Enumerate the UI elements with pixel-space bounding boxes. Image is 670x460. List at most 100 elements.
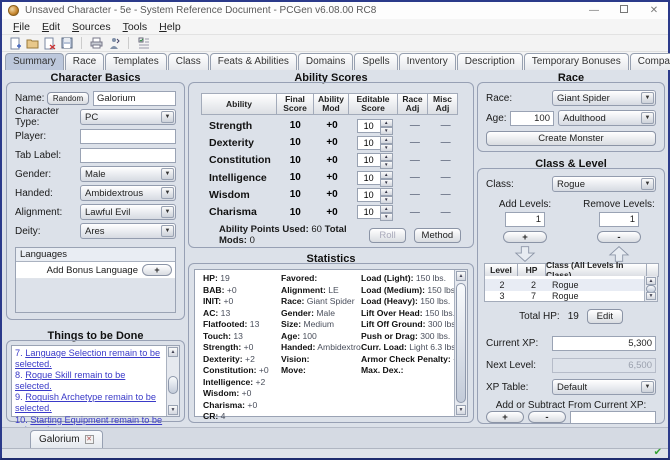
player-input[interactable] xyxy=(80,129,176,144)
open-character-icon[interactable] xyxy=(24,36,41,51)
tab-domains[interactable]: Domains xyxy=(298,53,353,70)
tab-label-input[interactable] xyxy=(80,148,176,163)
spinner-down-icon[interactable]: ▼ xyxy=(380,196,393,204)
scroll-down-icon[interactable]: ▼ xyxy=(456,405,466,415)
adjust-xp-minus-button[interactable]: - xyxy=(528,411,566,423)
tab-templates[interactable]: Templates xyxy=(105,53,167,70)
add-levels-button[interactable]: + xyxy=(503,231,547,243)
tab-description[interactable]: Description xyxy=(457,53,523,70)
col-header-race-adj[interactable]: Race Adj xyxy=(397,93,428,115)
spinner-down-icon[interactable]: ▼ xyxy=(380,213,393,221)
scroll-up-icon[interactable]: ▲ xyxy=(456,271,466,281)
close-tab-icon[interactable]: ✕ xyxy=(85,435,94,444)
editable-score-spinner[interactable]: 10▲▼ xyxy=(357,136,393,150)
menu-edit[interactable]: Edit xyxy=(36,20,66,34)
chevron-down-icon[interactable]: ▼ xyxy=(161,225,174,237)
gender-combo[interactable]: Male ▼ xyxy=(80,166,176,182)
preferences-icon[interactable] xyxy=(135,36,152,51)
col-header-misc-adj[interactable]: Misc Adj xyxy=(427,93,458,115)
tab-feats-abilities[interactable]: Feats & Abilities xyxy=(210,53,297,70)
editable-score-spinner[interactable]: 10▲▼ xyxy=(357,205,393,219)
spinner-value[interactable]: 10 xyxy=(357,205,381,219)
chevron-down-icon[interactable]: ▼ xyxy=(641,112,654,124)
edit-hp-button[interactable]: Edit xyxy=(587,309,623,324)
col-header-level[interactable]: Level xyxy=(484,263,518,277)
spinner-up-icon[interactable]: ▲ xyxy=(380,188,393,196)
chevron-down-icon[interactable]: ▼ xyxy=(161,187,174,199)
menu-help[interactable]: Help xyxy=(153,20,187,34)
adjust-xp-plus-button[interactable]: + xyxy=(486,411,524,423)
col-header-final-score[interactable]: Final Score xyxy=(276,93,314,115)
adjust-xp-input[interactable] xyxy=(570,411,656,424)
todo-link[interactable]: Roguish Archetype remain to be selected. xyxy=(15,392,156,413)
add-levels-input[interactable] xyxy=(505,212,545,227)
scrollbar-thumb[interactable] xyxy=(456,283,466,403)
spinner-down-icon[interactable]: ▼ xyxy=(380,144,393,152)
save-character-icon[interactable] xyxy=(58,36,75,51)
tab-spells[interactable]: Spells xyxy=(354,53,397,70)
create-monster-button[interactable]: Create Monster xyxy=(486,131,656,146)
chevron-down-icon[interactable]: ▼ xyxy=(641,178,654,190)
character-type-combo[interactable]: PC ▼ xyxy=(80,109,176,125)
minimize-button[interactable]: — xyxy=(588,5,600,16)
menu-tools[interactable]: Tools xyxy=(117,20,154,34)
tab-summary[interactable]: Summary xyxy=(5,53,64,70)
col-header-ability[interactable]: Ability xyxy=(201,93,277,115)
spinner-up-icon[interactable]: ▲ xyxy=(380,205,393,213)
class-combo[interactable]: Rogue ▼ xyxy=(552,176,656,192)
method-button[interactable]: Method xyxy=(414,228,461,243)
deity-combo[interactable]: Ares ▼ xyxy=(80,223,176,239)
chevron-down-icon[interactable]: ▼ xyxy=(161,168,174,180)
maximize-button[interactable] xyxy=(618,5,630,16)
spinner-down-icon[interactable]: ▼ xyxy=(380,161,393,169)
spinner-value[interactable]: 10 xyxy=(357,119,381,133)
name-input[interactable] xyxy=(93,91,176,106)
col-header-editable-score[interactable]: Editable Score xyxy=(348,93,398,115)
scrollbar-thumb[interactable] xyxy=(168,376,178,394)
tab-race[interactable]: Race xyxy=(65,53,104,70)
character-tab-galorium[interactable]: Galorium ✕ xyxy=(30,430,103,448)
tab-companions[interactable]: Companions xyxy=(630,53,670,70)
col-header-ability-mod[interactable]: Ability Mod xyxy=(313,93,349,115)
chevron-down-icon[interactable]: ▼ xyxy=(161,111,174,123)
new-character-icon[interactable] xyxy=(7,36,24,51)
close-character-icon[interactable] xyxy=(41,36,58,51)
tab-class[interactable]: Class xyxy=(168,53,209,70)
menu-sources[interactable]: Sources xyxy=(66,20,117,34)
statistics-scrollbar[interactable]: ▲ ▼ xyxy=(454,270,467,416)
editable-score-spinner[interactable]: 10▲▼ xyxy=(357,188,393,202)
xp-table-combo[interactable]: Default ▼ xyxy=(552,379,656,395)
export-character-icon[interactable] xyxy=(105,36,122,51)
age-category-combo[interactable]: Adulthood ▼ xyxy=(558,110,656,126)
add-bonus-language-button[interactable]: + xyxy=(142,264,172,276)
alignment-combo[interactable]: Lawful Evil ▼ xyxy=(80,204,176,220)
spinner-up-icon[interactable]: ▲ xyxy=(380,136,393,144)
race-combo[interactable]: Giant Spider ▼ xyxy=(552,90,656,106)
chevron-down-icon[interactable]: ▼ xyxy=(641,381,654,393)
current-xp-input[interactable] xyxy=(552,336,656,351)
todo-link[interactable]: Language Selection remain to be selected… xyxy=(15,348,160,369)
print-icon[interactable] xyxy=(88,36,105,51)
editable-score-spinner[interactable]: 10▲▼ xyxy=(357,119,393,133)
random-name-button[interactable]: Random xyxy=(47,92,89,105)
col-header-class[interactable]: Class (All Levels In Class) xyxy=(545,263,647,277)
spinner-value[interactable]: 10 xyxy=(357,188,381,202)
age-input[interactable] xyxy=(510,111,554,126)
scroll-up-icon[interactable]: ▲ xyxy=(168,347,178,357)
col-header-hp[interactable]: HP xyxy=(517,263,546,277)
spinner-value[interactable]: 10 xyxy=(357,153,381,167)
scroll-down-icon[interactable]: ▼ xyxy=(646,292,656,300)
chevron-down-icon[interactable]: ▼ xyxy=(161,206,174,218)
spinner-up-icon[interactable]: ▲ xyxy=(380,171,393,179)
close-button[interactable]: ✕ xyxy=(648,5,660,16)
todo-link[interactable]: Rogue Skill remain to be selected. xyxy=(15,370,125,391)
todo-scrollbar[interactable]: ▲ ▼ xyxy=(166,346,179,416)
handed-combo[interactable]: Ambidextrous ▼ xyxy=(80,185,176,201)
editable-score-spinner[interactable]: 10▲▼ xyxy=(357,153,393,167)
tab-inventory[interactable]: Inventory xyxy=(399,53,456,70)
remove-levels-input[interactable] xyxy=(599,212,639,227)
level-table-scrollbar[interactable]: ▲ ▼ xyxy=(644,276,657,301)
scroll-up-icon[interactable]: ▲ xyxy=(646,277,656,285)
scroll-down-icon[interactable]: ▼ xyxy=(168,405,178,415)
spinner-down-icon[interactable]: ▼ xyxy=(380,127,393,135)
